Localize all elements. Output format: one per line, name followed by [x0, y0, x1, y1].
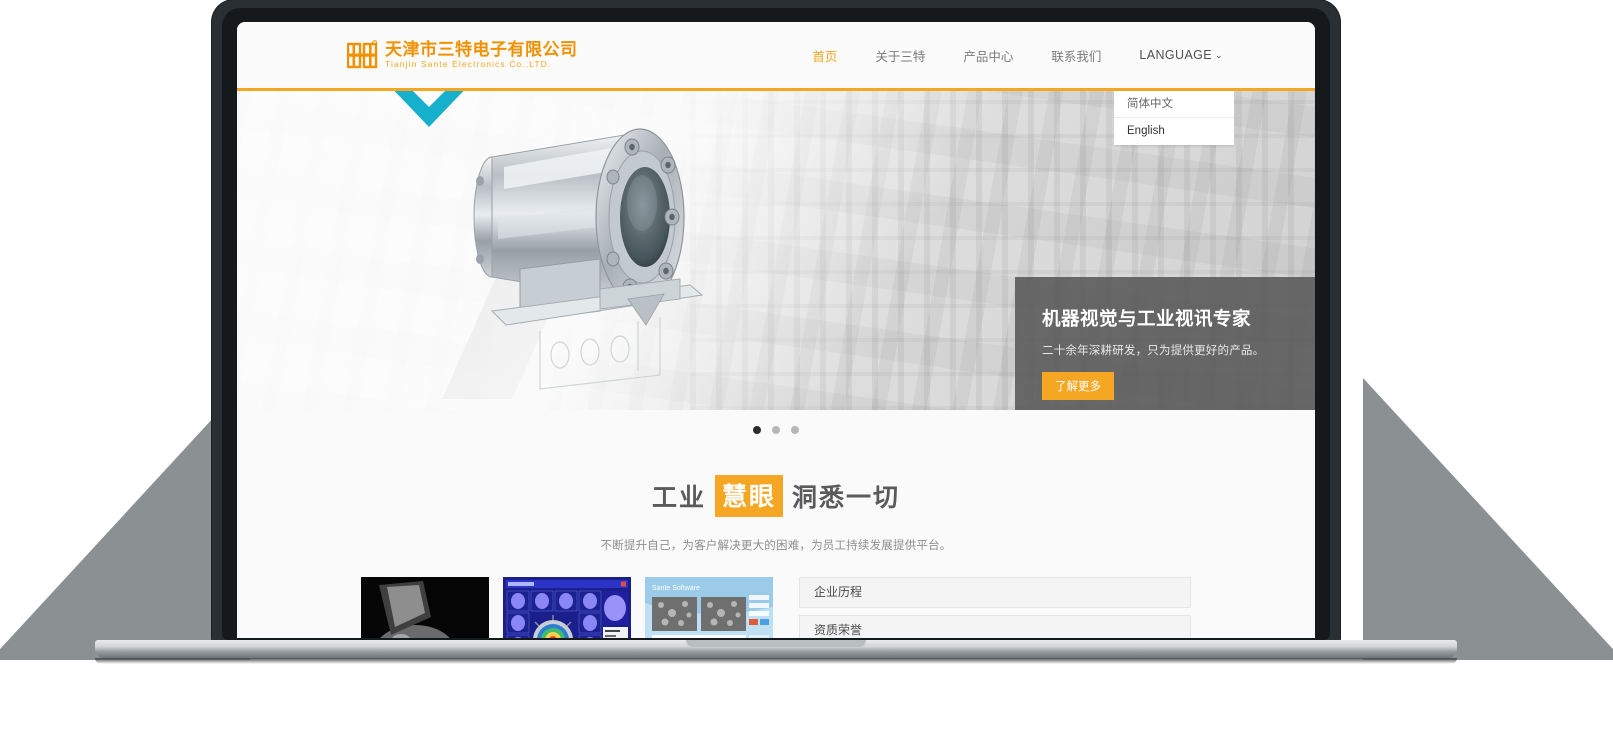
carousel-dot-1[interactable] — [753, 426, 761, 434]
accordion-list: 企业历程 资质荣誉 — [799, 577, 1191, 638]
accordion-item-qualifications[interactable]: 资质荣誉 — [799, 615, 1191, 638]
carousel-dots — [237, 410, 1315, 434]
heading-part-1: 工业 — [651, 484, 706, 512]
language-dropdown-menu: 简体中文 English — [1114, 91, 1234, 145]
language-option-english[interactable]: English — [1114, 118, 1234, 145]
logo-english-name: Tianjin Sante Electronics Co.,LTD. — [385, 59, 552, 70]
section-heading: 工业 慧眼 洞悉一切 — [652, 475, 900, 517]
chevron-down-decoration-icon — [394, 91, 464, 127]
language-option-chinese[interactable]: 简体中文 — [1114, 91, 1234, 118]
heading-highlight: 慧眼 — [714, 475, 783, 517]
hero-subtitle: 二十余年深耕研发，只为提供更好的产品。 — [1042, 345, 1265, 357]
carousel-dot-2[interactable] — [772, 426, 780, 434]
language-switcher[interactable]: LANGUAGE ⌄ — [1139, 48, 1223, 62]
hero-learn-more-button[interactable]: 了解更多 — [1042, 372, 1114, 400]
laptop-screen: 天津市三特电子有限公司 Tianjin Sante Electronics Co… — [237, 22, 1315, 638]
decorative-shadow-right — [1363, 378, 1613, 660]
main-navigation: 首页 关于三特 产品中心 联系我们 LANGUAGE ⌄ — [812, 46, 1315, 65]
laptop-base-shadow — [95, 658, 1457, 664]
hero-title: 机器视觉与工业视讯专家 — [1042, 308, 1252, 329]
language-label: LANGUAGE — [1139, 48, 1213, 62]
hero-product-image — [442, 128, 704, 399]
thumbnail-gallery: Sante Software — [361, 577, 773, 638]
logo-chinese-name: 天津市三特电子有限公司 — [385, 39, 578, 59]
chevron-down-icon: ⌄ — [1215, 49, 1223, 60]
svg-text:Sante Software: Sante Software — [652, 585, 700, 592]
site-header: 天津市三特电子有限公司 Tianjin Sante Electronics Co… — [237, 22, 1315, 88]
carousel-dot-3[interactable] — [791, 426, 799, 434]
about-section: 工业 慧眼 洞悉一切 不断提升自己，为客户解决更大的困难，为员工持续发展提供平台… — [237, 434, 1315, 553]
section-subtitle: 不断提升自己，为客户解决更大的困难，为员工持续发展提供平台。 — [600, 540, 952, 552]
accordion-item-company-history[interactable]: 企业历程 — [799, 577, 1191, 608]
site-logo[interactable]: 天津市三特电子有限公司 Tianjin Sante Electronics Co… — [347, 39, 578, 71]
thumbnail-analysis-software[interactable]: Sante Software — [645, 577, 773, 638]
thumbnail-vision-software[interactable] — [503, 577, 631, 638]
thumbnail-industrial-imaging[interactable] — [361, 577, 489, 638]
heading-part-2: 洞悉一切 — [792, 484, 901, 512]
nav-item-about[interactable]: 关于三特 — [875, 46, 925, 65]
nav-item-home[interactable]: 首页 — [812, 46, 837, 65]
laptop-base — [95, 640, 1457, 658]
nav-item-products[interactable]: 产品中心 — [963, 46, 1013, 65]
company-logo-icon — [347, 39, 378, 71]
hero-caption-card: 机器视觉与工业视讯专家 二十余年深耕研发，只为提供更好的产品。 了解更多 — [1015, 277, 1315, 410]
content-row: Sante Software 企业历程 资质荣誉 — [237, 577, 1315, 638]
nav-item-contact[interactable]: 联系我们 — [1051, 46, 1101, 65]
logo-text: 天津市三特电子有限公司 Tianjin Sante Electronics Co… — [385, 39, 578, 70]
screenshot-stage: 天津市三特电子有限公司 Tianjin Sante Electronics Co… — [0, 0, 1613, 743]
